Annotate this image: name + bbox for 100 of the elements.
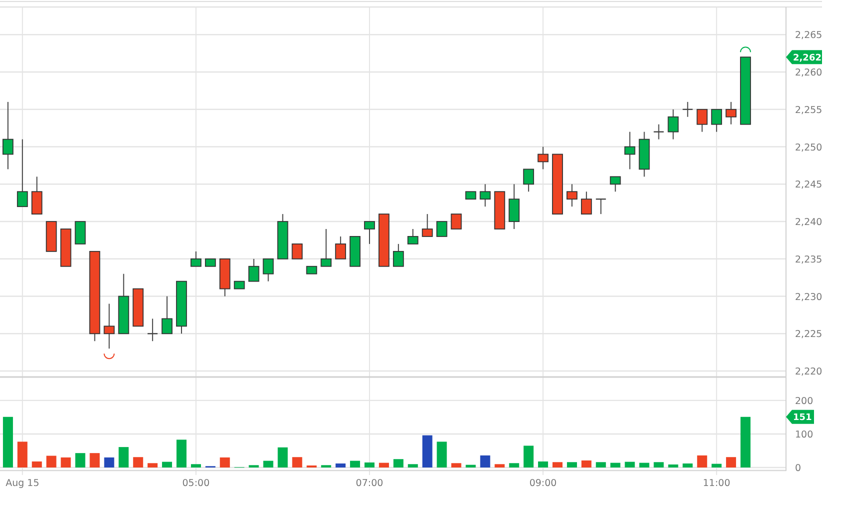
- axis-label: 2,255: [795, 104, 822, 116]
- volume-bar: [364, 462, 374, 468]
- axis-label: 2,230: [795, 292, 822, 303]
- candlestick: [176, 280, 187, 334]
- volume-bar: [480, 455, 490, 468]
- candlestick: [204, 258, 216, 267]
- candlestick: [378, 214, 390, 267]
- axis-label: 2,220: [795, 366, 822, 378]
- candlestick: [726, 101, 736, 125]
- volume-bar: [46, 456, 56, 468]
- volume-bar: [17, 442, 28, 468]
- candlestick: [624, 131, 636, 170]
- volume-bar: [263, 460, 274, 468]
- candlestick: [320, 228, 332, 267]
- candlestick: [436, 221, 448, 237]
- candlestick: [31, 176, 42, 215]
- volume-bar: [581, 460, 592, 468]
- volume-bar: [408, 464, 418, 468]
- volume-bar: [278, 447, 288, 468]
- axis-label: 2,260: [795, 68, 822, 79]
- candlestick: [335, 236, 346, 260]
- candlestick: [46, 221, 57, 252]
- candlestick: [407, 228, 418, 244]
- axis-label: 2,235: [795, 254, 822, 266]
- volume-bar: [90, 453, 100, 468]
- volume-bar: [248, 465, 259, 468]
- candlestick: [104, 303, 115, 350]
- volume-bar: [350, 460, 360, 468]
- candlestick: [480, 184, 491, 208]
- volume-bar: [336, 463, 346, 468]
- axis-label: 2,225: [795, 329, 822, 340]
- candlestick: [552, 154, 563, 215]
- arc-icon: [104, 353, 115, 360]
- candlestick: [654, 124, 664, 140]
- candlestick: [190, 250, 202, 267]
- candlestick: [450, 214, 462, 230]
- volume-bar: [292, 457, 302, 468]
- volume-bar: [190, 464, 201, 468]
- candlestick: [262, 258, 274, 282]
- volume-bar: [509, 463, 520, 468]
- candlestick: [465, 191, 476, 200]
- candlestick: [596, 198, 606, 215]
- candlestick: [494, 191, 506, 230]
- volume-bar: [321, 465, 332, 468]
- candlestick: [580, 191, 592, 215]
- axis-label: 200: [795, 396, 814, 407]
- price-tag: 2,262: [786, 50, 822, 64]
- volume-bar: [466, 464, 476, 468]
- candlestick: [668, 108, 679, 140]
- volume-bar: [682, 463, 693, 468]
- candlestick: [508, 184, 520, 230]
- volume-bar: [639, 462, 650, 468]
- arc-icon: [740, 46, 751, 53]
- candlestick: [60, 228, 72, 267]
- volume-bar: [118, 447, 129, 468]
- candlestick: [566, 184, 578, 208]
- volume-bar: [162, 462, 172, 468]
- volume-bar: [494, 464, 505, 468]
- candlestick: [132, 288, 144, 327]
- axis-label: Aug 15: [6, 478, 40, 489]
- candlestick: [682, 101, 693, 118]
- candlestick: [148, 318, 158, 342]
- candlestick: [696, 108, 708, 132]
- candlestick: [234, 280, 245, 290]
- volume-bar: [712, 464, 722, 468]
- volume-bar: [668, 464, 678, 468]
- volume-bar: [60, 457, 71, 468]
- volume-bar: [133, 457, 144, 468]
- candlestick: [740, 56, 751, 125]
- volume-bar: [524, 446, 534, 468]
- volume-bar: [378, 462, 389, 468]
- volume-bar: [610, 462, 620, 468]
- candlestick: [74, 221, 86, 244]
- volume-bar: [436, 442, 447, 468]
- candlestick: [538, 146, 548, 170]
- candlestick: [118, 273, 130, 334]
- candlestick: [638, 131, 650, 178]
- candlestick: [364, 221, 375, 244]
- candlestick: [16, 138, 28, 208]
- volume-bar: [566, 462, 577, 468]
- candlestick: [2, 101, 14, 170]
- volume-bar: [624, 462, 635, 468]
- candlestick: [523, 168, 534, 192]
- axis-label: 2,240: [795, 217, 822, 228]
- axis-label: 2,265: [795, 30, 822, 42]
- volume-bar: [148, 463, 158, 468]
- candlestick: [248, 258, 260, 282]
- axis-label: 2,245: [795, 180, 822, 191]
- candlestick: [306, 266, 318, 274]
- axis-label: 05:00: [182, 478, 210, 489]
- volume-bar: [451, 463, 462, 468]
- axis-label: 07:00: [356, 478, 384, 489]
- volume-bar: [654, 462, 664, 468]
- axis-label: 100: [795, 429, 814, 440]
- candlestick: [162, 296, 172, 334]
- candlestick: [711, 108, 722, 132]
- volume-bar: [740, 416, 750, 468]
- volume-bar: [697, 455, 708, 468]
- volume-bar: [393, 459, 404, 468]
- volume-bar: [596, 462, 606, 468]
